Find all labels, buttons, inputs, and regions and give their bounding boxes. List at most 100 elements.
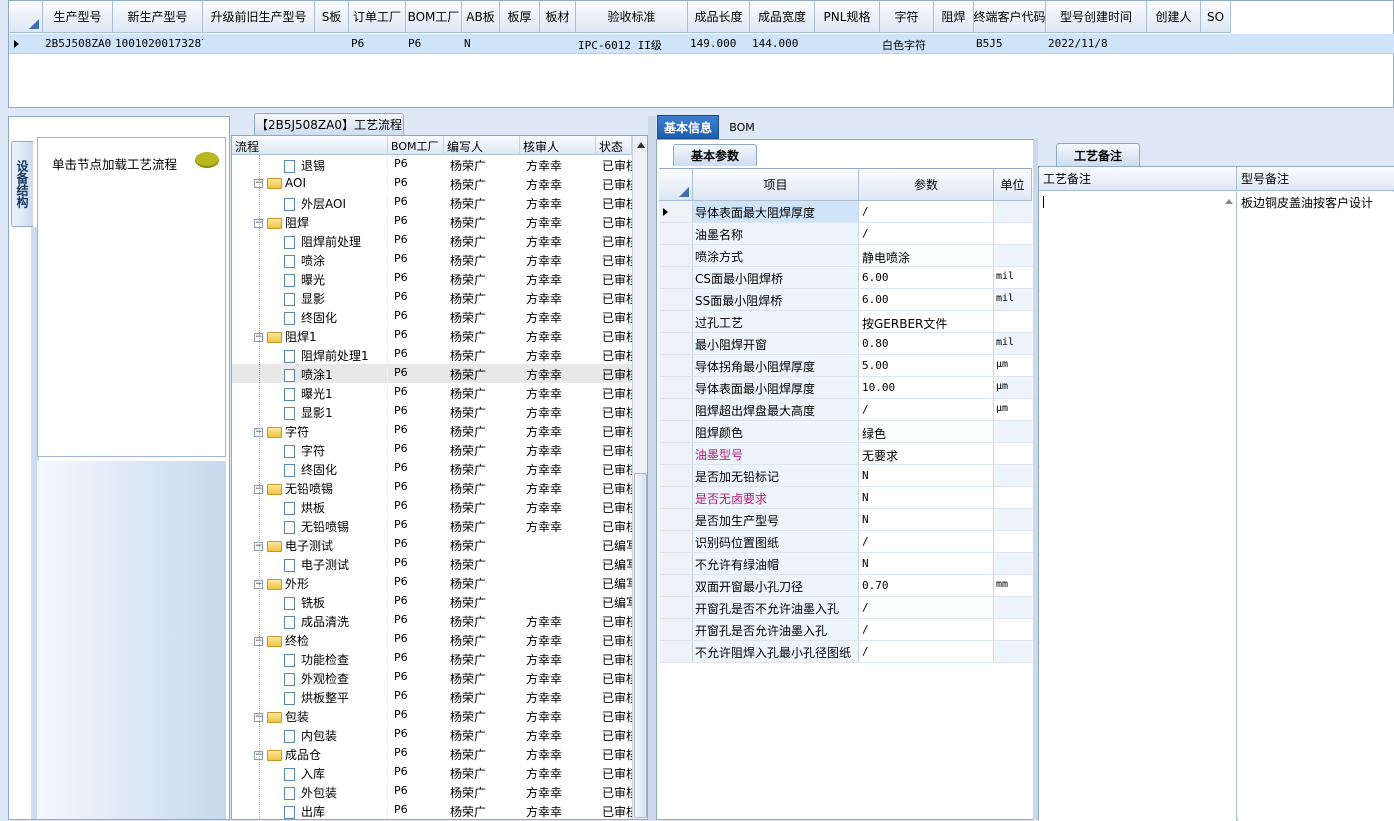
tree-column-header[interactable]: 状态 — [596, 136, 632, 155]
param-row-selector[interactable] — [659, 421, 693, 442]
param-row-selector[interactable] — [659, 619, 693, 640]
top-column-header[interactable]: 生产型号 — [43, 1, 113, 33]
tree-node[interactable]: 曝光 — [232, 271, 388, 288]
param-unit[interactable]: μm — [995, 355, 1032, 376]
tree-node[interactable]: − 成品仓 — [232, 746, 388, 763]
param-value[interactable]: N — [860, 487, 994, 508]
tree-row[interactable]: 入库 P6 杨荣广 方幸幸 已审核 — [232, 763, 632, 782]
param-value[interactable]: 无要求 — [860, 443, 994, 464]
param-value[interactable]: / — [860, 531, 994, 552]
param-row-selector[interactable] — [659, 289, 693, 310]
params-column-header[interactable]: 参数 — [859, 169, 994, 201]
tree-node[interactable]: 无铅喷锡 — [232, 518, 388, 535]
tree-row[interactable]: 曝光1 P6 杨荣广 方幸幸 已审核 — [232, 383, 632, 402]
param-value[interactable]: 绿色 — [860, 421, 994, 442]
tree-node[interactable]: 电子测试 — [232, 556, 388, 573]
param-value[interactable]: N — [860, 553, 994, 574]
tree-node[interactable]: − 外形 — [232, 575, 388, 592]
param-row[interactable]: 是否无卤要求 N — [659, 487, 1035, 509]
tree-node[interactable]: 显影 — [232, 290, 388, 307]
collapse-toggle-icon[interactable]: − — [254, 428, 263, 437]
param-value[interactable]: 0.70 — [860, 575, 994, 596]
param-unit[interactable] — [995, 421, 1032, 442]
tree-node[interactable]: 入库 — [232, 765, 388, 782]
tab-bom[interactable]: BOM — [724, 115, 760, 139]
param-unit[interactable] — [995, 223, 1032, 244]
tree-node[interactable]: 外包装 — [232, 784, 388, 801]
tree-node[interactable]: − AOI — [232, 176, 388, 190]
tree-row[interactable]: 无铅喷锡 P6 杨荣广 方幸幸 已审核 — [232, 516, 632, 535]
param-row[interactable]: 最小阻焊开窗 0.80 mil — [659, 333, 1035, 355]
param-unit[interactable] — [995, 201, 1032, 222]
tree-row[interactable]: − 字符 P6 杨荣广 方幸幸 已审核 — [232, 421, 632, 440]
tree-row[interactable]: − 包装 P6 杨荣广 方幸幸 已审核 — [232, 706, 632, 725]
top-cell[interactable]: 149.000 — [690, 37, 750, 50]
param-row-selector[interactable] — [659, 443, 693, 464]
top-column-header[interactable]: BOM工厂 — [406, 1, 462, 33]
tree-node[interactable]: − 终检 — [232, 632, 388, 649]
collapse-toggle-icon[interactable]: − — [254, 580, 263, 589]
tree-node[interactable]: 喷涂 — [232, 252, 388, 269]
tree-node[interactable]: 功能检查 — [232, 651, 388, 668]
tree-node[interactable]: 曝光1 — [232, 385, 388, 402]
param-row[interactable]: SS面最小阻焊桥 6.00 mil — [659, 289, 1035, 311]
param-value[interactable]: / — [860, 399, 994, 420]
param-unit[interactable] — [995, 531, 1032, 552]
tree-row[interactable]: 喷涂 P6 杨荣广 方幸幸 已审核 — [232, 250, 632, 269]
scroll-thumb[interactable] — [634, 473, 647, 818]
tree-row[interactable]: 阻焊前处理 P6 杨荣广 方幸幸 已审核 — [232, 231, 632, 250]
top-cell[interactable]: IPC-6012 II级 — [578, 37, 688, 53]
tree-node[interactable]: 退锡 — [232, 157, 388, 174]
param-row[interactable]: 识别码位置图纸 / — [659, 531, 1035, 553]
top-column-header[interactable]: 订单工厂 — [349, 1, 406, 33]
param-row-selector[interactable] — [659, 377, 693, 398]
top-column-header[interactable]: 型号创建时间 — [1046, 1, 1147, 33]
param-row-selector[interactable] — [659, 245, 693, 266]
param-row-selector[interactable] — [659, 487, 693, 508]
param-value[interactable]: / — [860, 223, 994, 244]
top-column-header[interactable]: 升级前旧生产型号 — [203, 1, 315, 33]
param-unit[interactable] — [995, 553, 1032, 574]
collapse-toggle-icon[interactable]: − — [254, 333, 263, 342]
top-cell[interactable]: P6 — [351, 37, 406, 50]
param-row[interactable]: 油墨型号 无要求 — [659, 443, 1035, 465]
top-column-header[interactable]: 新生产型号 — [113, 1, 203, 33]
collapse-toggle-icon[interactable]: − — [254, 713, 263, 722]
param-unit[interactable] — [995, 311, 1032, 332]
tab-process-notes[interactable]: 工艺备注 — [1056, 143, 1140, 166]
param-unit[interactable]: μm — [995, 377, 1032, 398]
param-unit[interactable] — [995, 619, 1032, 640]
tree-node[interactable]: 喷涂1 — [232, 366, 388, 383]
param-row[interactable]: 开窗孔是否允许油墨入孔 / — [659, 619, 1035, 641]
tree-row[interactable]: − 阻焊1 P6 杨荣广 方幸幸 已审核 — [232, 326, 632, 345]
tree-row[interactable]: 内包装 P6 杨荣广 方幸幸 已审核 — [232, 725, 632, 744]
top-column-header[interactable]: 板材 — [540, 1, 576, 33]
param-row-selector[interactable] — [659, 333, 693, 354]
param-unit[interactable]: mm — [995, 575, 1032, 596]
tree-row[interactable]: 显影1 P6 杨荣广 方幸幸 已审核 — [232, 402, 632, 421]
tree-node[interactable]: 阻焊前处理 — [232, 233, 388, 250]
tree-node[interactable]: − 字符 — [232, 423, 388, 440]
param-row[interactable]: 喷涂方式 静电喷涂 — [659, 245, 1035, 267]
param-row-selector[interactable] — [659, 509, 693, 530]
tree-row[interactable]: − 成品仓 P6 杨荣广 方幸幸 已审核 — [232, 744, 632, 763]
top-column-header[interactable]: 阻焊 — [934, 1, 974, 33]
tree-node[interactable]: 外观检查 — [232, 670, 388, 687]
tree-row[interactable]: 电子测试 P6 杨荣广 已编写 — [232, 554, 632, 573]
tree-column-header[interactable]: BOM工厂 — [388, 136, 444, 155]
param-value[interactable]: 按GERBER文件 — [860, 311, 994, 332]
param-row[interactable]: 油墨名称 / — [659, 223, 1035, 245]
tree-node[interactable]: 外层AOI — [232, 195, 388, 212]
top-cell[interactable]: 2B5J508ZA0 — [45, 37, 113, 50]
param-row[interactable]: 过孔工艺 按GERBER文件 — [659, 311, 1035, 333]
tree-row[interactable]: 出库 P6 杨荣广 方幸幸 已审核 — [232, 801, 632, 819]
tree-node[interactable]: 成品清洗 — [232, 613, 388, 630]
param-row-selector[interactable] — [659, 223, 693, 244]
param-row[interactable]: 开窗孔是否不允许油墨入孔 / — [659, 597, 1035, 619]
equipment-structure-tab[interactable]: 设备结构 — [11, 141, 33, 227]
subtab-basic-params[interactable]: 基本参数 — [673, 144, 757, 166]
param-value[interactable]: 0.80 — [860, 333, 994, 354]
param-row[interactable]: 导体拐角最小阻焊厚度 5.00 μm — [659, 355, 1035, 377]
process-note-textarea[interactable] — [1039, 192, 1237, 821]
param-row-selector[interactable] — [659, 267, 693, 288]
